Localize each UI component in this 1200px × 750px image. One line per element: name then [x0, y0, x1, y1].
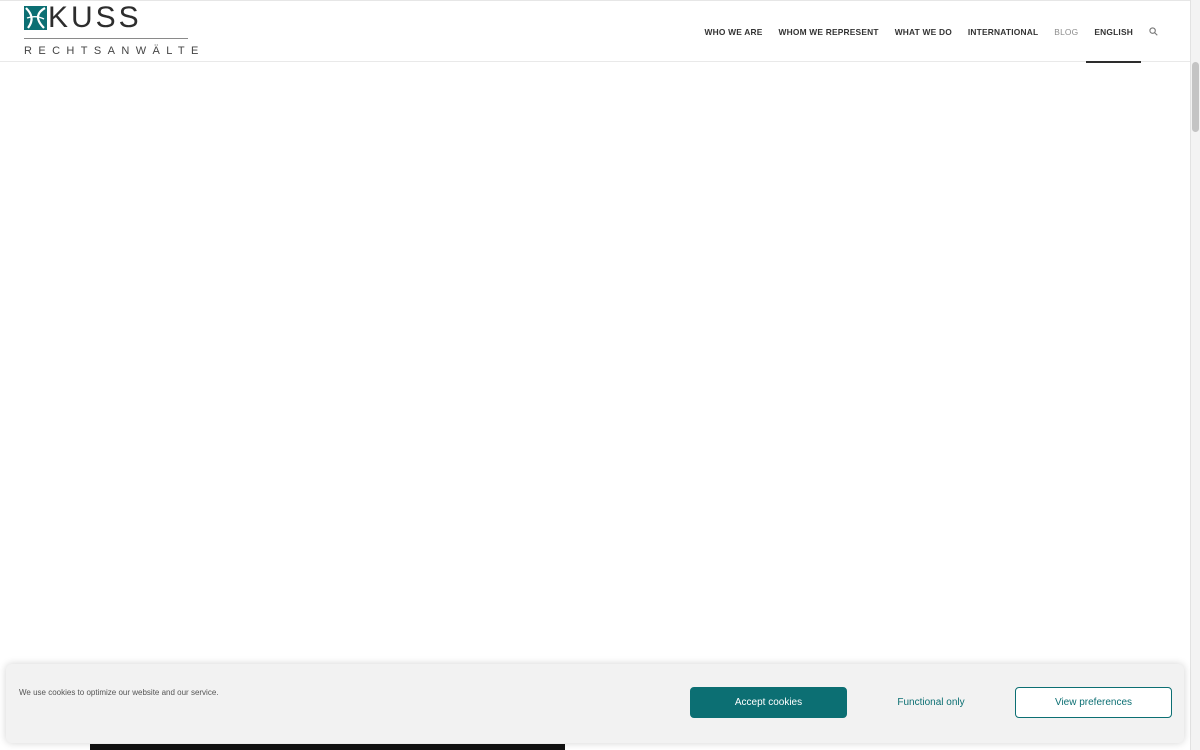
nav-item-english[interactable]: ENGLISH	[1086, 1, 1141, 63]
functional-only-button[interactable]: Functional only	[853, 687, 1009, 718]
logo-tagline: RECHTSANWÄLTE	[24, 45, 205, 57]
nav-item-who-we-are[interactable]: WHO WE ARE	[697, 1, 771, 62]
accept-cookies-button[interactable]: Accept cookies	[690, 687, 847, 718]
nav-item-blog[interactable]: BLOG	[1046, 1, 1086, 62]
view-preferences-button[interactable]: View preferences	[1015, 687, 1172, 718]
site-header: KUSS RECHTSANWÄLTE WHO WE ARE WHOM WE RE…	[0, 0, 1190, 63]
nav-item-international[interactable]: INTERNATIONAL	[960, 1, 1046, 62]
cookie-banner: We use cookies to optimize our website a…	[6, 664, 1184, 743]
main-nav: WHO WE ARE WHOM WE REPRESENT WHAT WE DO …	[697, 1, 1164, 63]
nav-item-whom-we-represent[interactable]: WHOM WE REPRESENT	[771, 1, 887, 62]
logo-wordmark: KUSS	[48, 1, 142, 34]
logo-divider	[24, 38, 188, 39]
page-scrollbar[interactable]	[1190, 0, 1200, 750]
site-logo[interactable]: KUSS RECHTSANWÄLTE	[24, 1, 198, 57]
nav-search-button[interactable]	[1141, 1, 1164, 62]
content-image-edge	[90, 744, 565, 750]
nav-item-what-we-do[interactable]: WHAT WE DO	[887, 1, 960, 62]
page: KUSS RECHTSANWÄLTE WHO WE ARE WHOM WE RE…	[0, 0, 1200, 750]
logo-mark-icon	[24, 6, 47, 30]
scrollbar-thumb[interactable]	[1192, 62, 1199, 132]
cookie-message: We use cookies to optimize our website a…	[19, 688, 219, 697]
search-icon	[1149, 27, 1158, 36]
